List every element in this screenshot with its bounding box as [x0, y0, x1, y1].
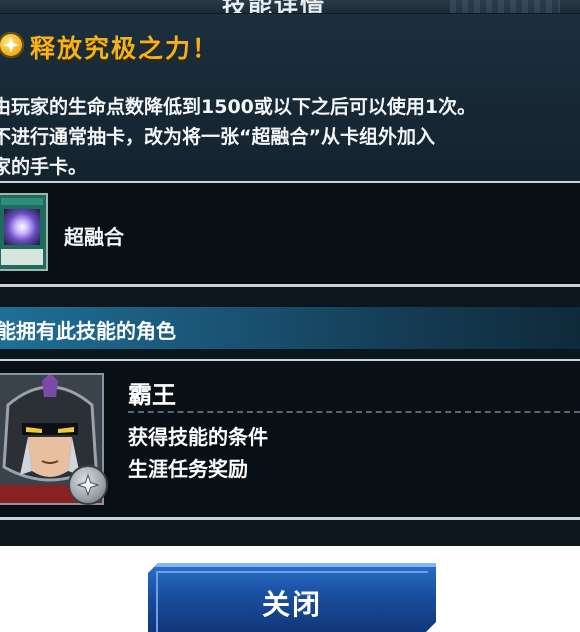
- skill-condition-value: 生涯任务奖励: [128, 457, 248, 481]
- skill-description-line: 家的手卡。: [0, 156, 88, 178]
- skill-name: 释放究极之力！: [30, 34, 220, 63]
- related-card-item[interactable]: 超融合: [0, 183, 580, 284]
- dialog-title: 技能详情: [222, 0, 326, 13]
- close-button[interactable]: 关闭: [148, 563, 436, 632]
- character-name: 霸王: [128, 381, 176, 409]
- skill-star-icon: [0, 32, 24, 58]
- card-name: 超融合: [64, 225, 124, 249]
- close-button-label: 关闭: [261, 588, 322, 621]
- skill-info-section: 释放究极之力！ 由玩家的生命点数降低到1500或以下之后可以使用1次。 不进行通…: [0, 14, 580, 182]
- dashed-divider: [128, 411, 580, 413]
- silver-star-badge-icon: [68, 465, 108, 505]
- skill-description-line: 不进行通常抽卡，改为将一张“超融合”从卡组外加入: [0, 126, 435, 148]
- dialog-title-bar: 技能详情: [0, 0, 580, 13]
- skill-description-line: 由玩家的生命点数降低到1500或以下之后可以使用1次。: [0, 96, 477, 118]
- card-thumbnail[interactable]: [0, 193, 48, 271]
- skill-description: 由玩家的生命点数降低到1500或以下之后可以使用1次。 不进行通常抽卡，改为将一…: [0, 92, 580, 182]
- character-list-item[interactable]: 霸王 获得技能的条件 生涯任务奖励: [0, 361, 580, 517]
- characters-section-title: 能拥有此技能的角色: [0, 319, 176, 343]
- skill-detail-dialog: 技能详情 释放究极之力！ 由玩家的生命点数降低到1500或以下之后可以使用1次。…: [0, 0, 580, 546]
- card-art-image: [4, 209, 40, 245]
- characters-section-header: 能拥有此技能的角色: [0, 307, 580, 349]
- skill-condition-label: 获得技能的条件: [128, 425, 268, 449]
- title-decoration: [450, 0, 560, 13]
